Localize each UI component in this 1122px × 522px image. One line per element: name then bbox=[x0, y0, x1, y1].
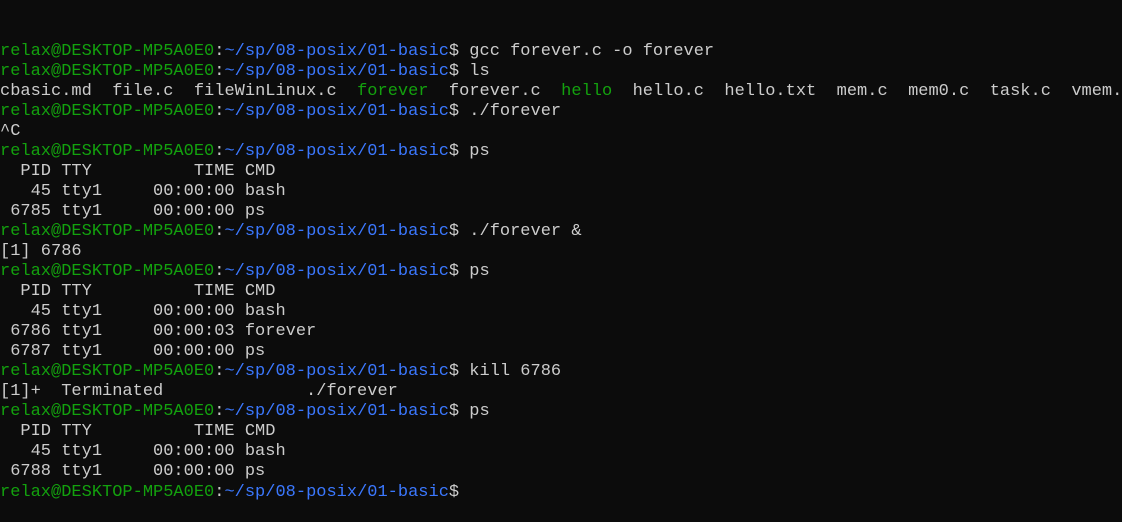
prompt-line: relax@DESKTOP-MP5A0E0:~/sp/08-posix/01-b… bbox=[0, 142, 1122, 162]
prompt-path: ~/sp/08-posix/01-basic bbox=[224, 102, 449, 121]
text-cursor[interactable] bbox=[469, 482, 478, 499]
prompt-path: ~/sp/08-posix/01-basic bbox=[224, 483, 449, 502]
command-text: ./forever bbox=[469, 102, 562, 121]
prompt-separator: : bbox=[214, 483, 225, 502]
file-name: forever.c bbox=[448, 82, 541, 101]
executable-file-name: hello bbox=[561, 82, 613, 101]
file-name: mem.c bbox=[836, 82, 888, 101]
command-text: ./forever & bbox=[469, 222, 582, 241]
prompt-line: relax@DESKTOP-MP5A0E0:~/sp/08-posix/01-b… bbox=[0, 222, 1122, 242]
output-line: 45 tty1 00:00:00 bash bbox=[0, 182, 286, 201]
prompt-user-host: relax@DESKTOP-MP5A0E0 bbox=[0, 42, 215, 61]
prompt-user-host: relax@DESKTOP-MP5A0E0 bbox=[0, 483, 215, 502]
prompt-user-host: relax@DESKTOP-MP5A0E0 bbox=[0, 102, 215, 121]
command-text: kill 6786 bbox=[469, 362, 562, 381]
output-line: 6785 tty1 00:00:00 ps bbox=[0, 202, 266, 221]
command-text: ls bbox=[469, 62, 490, 81]
prompt-separator: : bbox=[214, 42, 225, 61]
prompt-path: ~/sp/08-posix/01-basic bbox=[224, 62, 449, 81]
output-line: PID TTY TIME CMD bbox=[0, 422, 276, 441]
prompt-symbol: $ bbox=[448, 402, 470, 421]
file-name: hello.txt bbox=[724, 82, 817, 101]
output-line: PID TTY TIME CMD bbox=[0, 282, 276, 301]
prompt-line: relax@DESKTOP-MP5A0E0:~/sp/08-posix/01-b… bbox=[0, 262, 1122, 282]
terminal-output: relax@DESKTOP-MP5A0E0:~/sp/08-posix/01-b… bbox=[0, 42, 1122, 502]
file-name: task.c bbox=[989, 82, 1051, 101]
prompt-user-host: relax@DESKTOP-MP5A0E0 bbox=[0, 62, 215, 81]
prompt-line: relax@DESKTOP-MP5A0E0:~/sp/08-posix/01-b… bbox=[0, 62, 1122, 82]
file-name: cbasic.md bbox=[0, 82, 92, 101]
command-text: ps bbox=[469, 142, 490, 161]
prompt-user-host: relax@DESKTOP-MP5A0E0 bbox=[0, 222, 215, 241]
prompt-path: ~/sp/08-posix/01-basic bbox=[224, 402, 449, 421]
prompt-path: ~/sp/08-posix/01-basic bbox=[224, 42, 449, 61]
prompt-symbol: $ bbox=[448, 362, 470, 381]
prompt-path: ~/sp/08-posix/01-basic bbox=[224, 142, 449, 161]
prompt-symbol: $ bbox=[448, 102, 470, 121]
prompt-path: ~/sp/08-posix/01-basic bbox=[224, 262, 449, 281]
prompt-symbol: $ bbox=[448, 42, 470, 61]
prompt-symbol: $ bbox=[448, 262, 470, 281]
output-line: 6786 tty1 00:00:03 forever bbox=[0, 322, 317, 341]
file-name: mem0.c bbox=[908, 82, 970, 101]
prompt-line: relax@DESKTOP-MP5A0E0:~/sp/08-posix/01-b… bbox=[0, 42, 1122, 62]
command-text: ps bbox=[469, 402, 490, 421]
prompt-separator: : bbox=[214, 262, 225, 281]
file-name: hello.c bbox=[632, 82, 704, 101]
file-name: vmem.c bbox=[1071, 82, 1122, 101]
prompt-line: relax@DESKTOP-MP5A0E0:~/sp/08-posix/01-b… bbox=[0, 402, 1122, 422]
output-line: 6788 tty1 00:00:00 ps bbox=[0, 462, 266, 481]
terminal-window[interactable]: relax@DESKTOP-MP5A0E0:~/sp/08-posix/01-b… bbox=[0, 0, 1122, 502]
prompt-user-host: relax@DESKTOP-MP5A0E0 bbox=[0, 402, 215, 421]
file-name: file.c bbox=[112, 82, 174, 101]
prompt-separator: : bbox=[214, 362, 225, 381]
prompt-separator: : bbox=[214, 62, 225, 81]
executable-file-name: forever bbox=[357, 82, 429, 101]
output-line: [1]+ Terminated ./forever bbox=[0, 382, 398, 401]
prompt-separator: : bbox=[214, 222, 225, 241]
prompt-path: ~/sp/08-posix/01-basic bbox=[224, 222, 449, 241]
prompt-line: relax@DESKTOP-MP5A0E0:~/sp/08-posix/01-b… bbox=[0, 362, 1122, 382]
command-text: gcc forever.c -o forever bbox=[469, 42, 715, 61]
prompt-user-host: relax@DESKTOP-MP5A0E0 bbox=[0, 142, 215, 161]
command-text: ps bbox=[469, 262, 490, 281]
prompt-path: ~/sp/08-posix/01-basic bbox=[224, 362, 449, 381]
output-line: PID TTY TIME CMD bbox=[0, 162, 276, 181]
file-name: fileWinLinux.c bbox=[193, 82, 337, 101]
active-prompt-line[interactable]: relax@DESKTOP-MP5A0E0:~/sp/08-posix/01-b… bbox=[0, 482, 1122, 502]
output-line: [1] 6786 bbox=[0, 242, 82, 261]
ls-output-line: cbasic.md file.c fileWinLinux.c forever … bbox=[0, 82, 1122, 102]
prompt-separator: : bbox=[214, 102, 225, 121]
output-line: 45 tty1 00:00:00 bash bbox=[0, 442, 286, 461]
prompt-user-host: relax@DESKTOP-MP5A0E0 bbox=[0, 362, 215, 381]
prompt-symbol: $ bbox=[448, 222, 470, 241]
prompt-symbol: $ bbox=[448, 62, 470, 81]
output-line: ^C bbox=[0, 122, 21, 141]
prompt-separator: : bbox=[214, 142, 225, 161]
prompt-symbol: $ bbox=[448, 142, 470, 161]
prompt-user-host: relax@DESKTOP-MP5A0E0 bbox=[0, 262, 215, 281]
output-line: 45 tty1 00:00:00 bash bbox=[0, 302, 286, 321]
output-line: 6787 tty1 00:00:00 ps bbox=[0, 342, 266, 361]
prompt-separator: : bbox=[214, 402, 225, 421]
prompt-symbol: $ bbox=[448, 483, 470, 502]
prompt-line: relax@DESKTOP-MP5A0E0:~/sp/08-posix/01-b… bbox=[0, 102, 1122, 122]
